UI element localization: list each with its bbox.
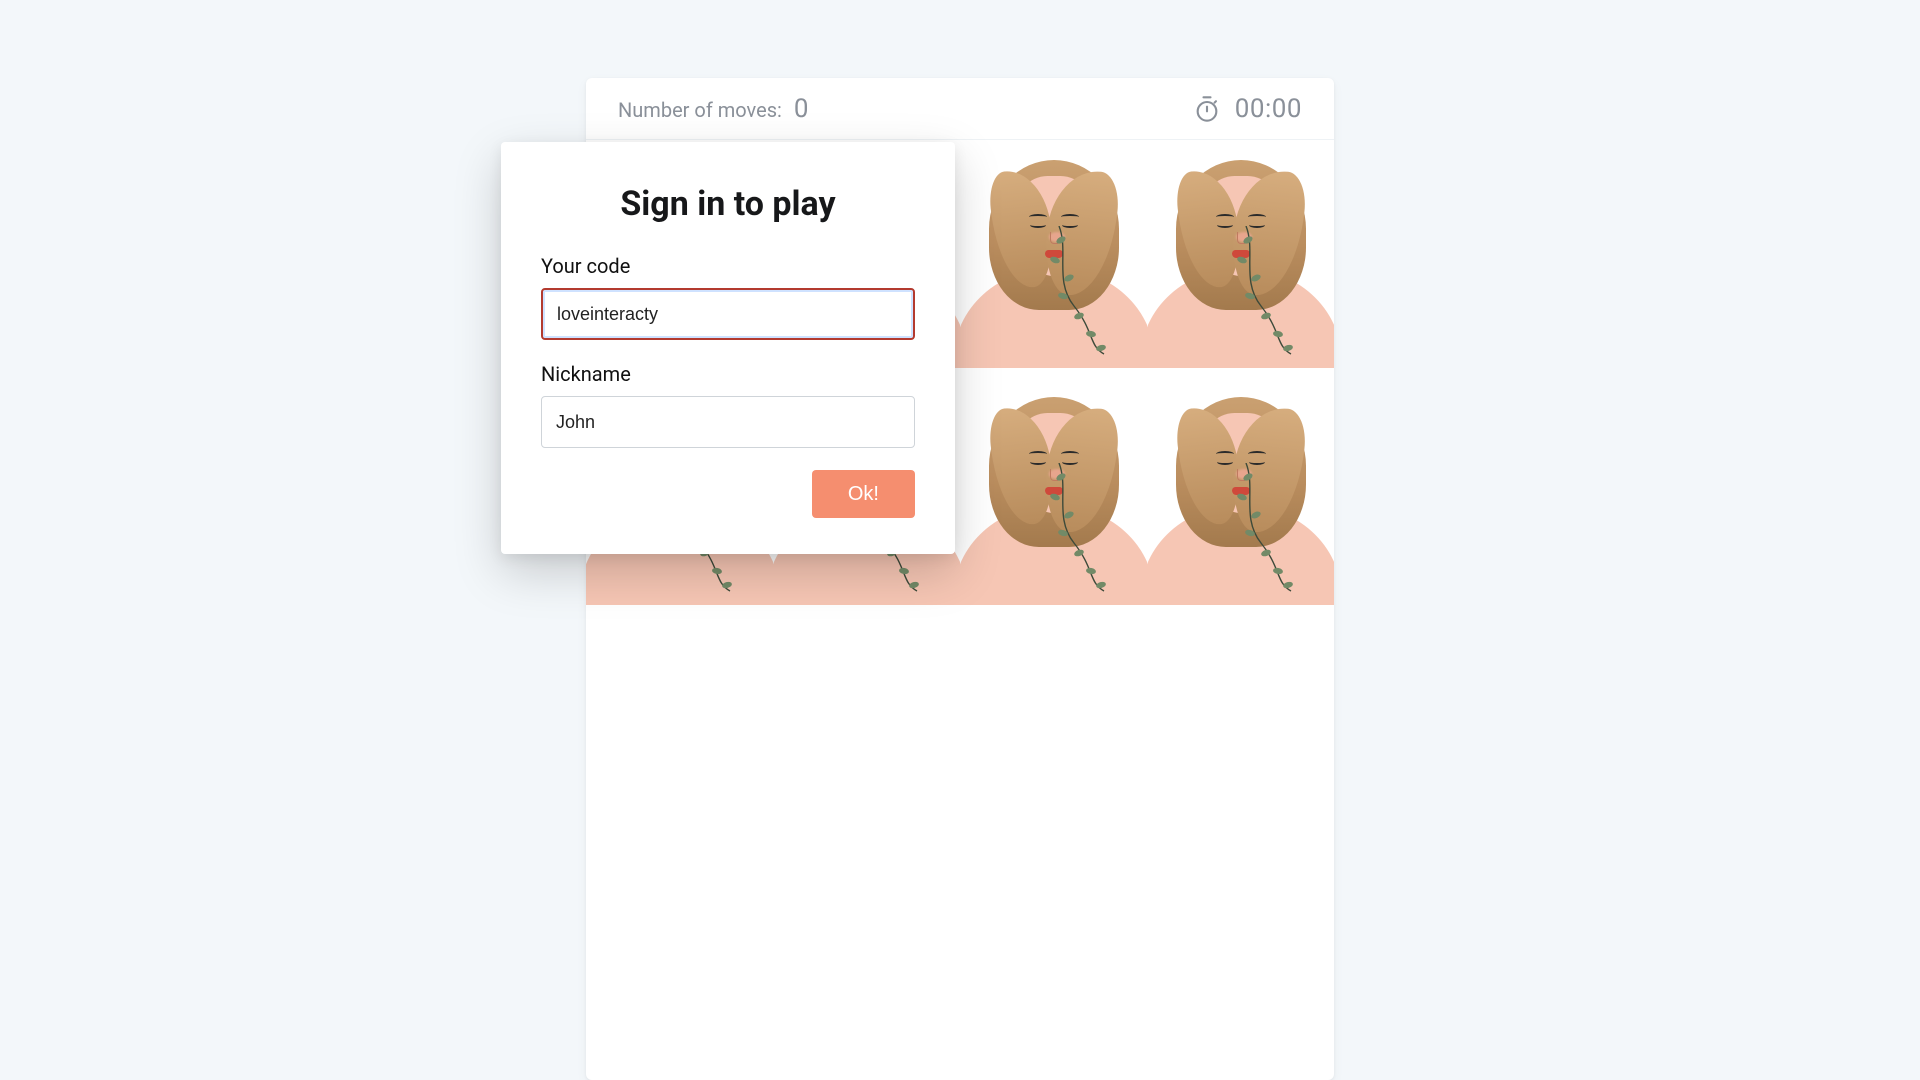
nickname-input[interactable] xyxy=(541,396,915,448)
stopwatch-icon xyxy=(1193,95,1221,123)
moves-count: 0 xyxy=(794,94,809,124)
memory-card[interactable] xyxy=(1147,377,1334,614)
code-input[interactable] xyxy=(541,288,915,340)
nickname-field-group: Nickname xyxy=(541,362,915,448)
code-label: Your code xyxy=(541,254,915,278)
modal-actions: Ok! xyxy=(541,470,915,518)
moves-label: Number of moves: xyxy=(618,98,782,122)
card-image xyxy=(969,148,1139,368)
nickname-label: Nickname xyxy=(541,362,915,386)
memory-card[interactable] xyxy=(960,140,1147,377)
game-header: Number of moves: 0 00:00 xyxy=(586,78,1334,140)
modal-title: Sign in to play xyxy=(541,184,915,224)
card-image xyxy=(1156,148,1326,368)
card-image xyxy=(969,385,1139,605)
memory-card[interactable] xyxy=(1147,140,1334,377)
sign-in-modal: Sign in to play Your code Nickname Ok! xyxy=(501,142,955,554)
code-field-group: Your code xyxy=(541,254,915,340)
ok-button[interactable]: Ok! xyxy=(812,470,915,518)
timer: 00:00 xyxy=(1193,94,1302,124)
memory-card[interactable] xyxy=(960,377,1147,614)
card-image xyxy=(1156,385,1326,605)
time-display: 00:00 xyxy=(1235,94,1302,124)
moves-counter: Number of moves: 0 xyxy=(618,94,808,124)
